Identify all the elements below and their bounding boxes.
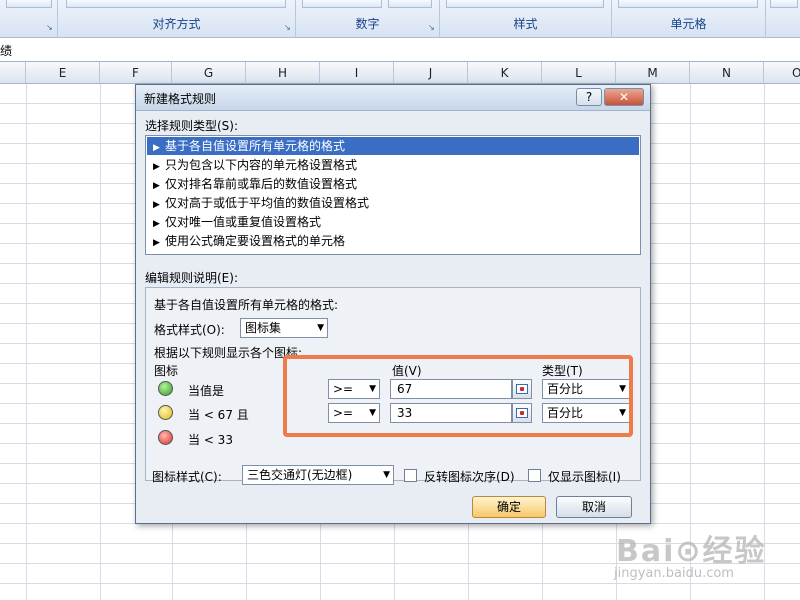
dialog-titlebar[interactable]: 新建格式规则 ? ✕ [136, 85, 650, 111]
format-style-value: 图标集 [245, 321, 282, 335]
column-header[interactable]: K [468, 62, 542, 84]
column-header[interactable]: J [394, 62, 468, 84]
column-header[interactable] [0, 62, 26, 84]
triangle-right-icon: ▶ [153, 219, 160, 229]
column-header[interactable]: M [616, 62, 690, 84]
icon-style-select[interactable]: 三色交通灯(无边框) ▼ [242, 465, 394, 485]
chevron-down-icon: ▼ [383, 470, 390, 480]
rule-type-label: 使用公式确定要设置格式的单元格 [165, 234, 346, 248]
ribbon-group-number: 数字 ↘ [296, 0, 440, 38]
triangle-right-icon: ▶ [153, 238, 160, 248]
ribbon-group-label: 对齐方式 [152, 17, 201, 31]
ribbon-group-label: 单元格 [670, 17, 707, 31]
column-header[interactable]: O [764, 62, 800, 84]
rule-type-item[interactable]: ▶ 仅对排名靠前或靠后的数值设置格式 [147, 175, 639, 193]
triangle-right-icon: ▶ [153, 162, 160, 172]
cancel-button[interactable]: 取消 [556, 496, 632, 518]
rule-type-list[interactable]: ▶ 基于各自值设置所有单元格的格式 ▶ 只为包含以下内容的单元格设置格式 ▶ 仅对排名… [145, 135, 641, 255]
ribbon-group-label: 数字 [355, 17, 380, 31]
rule-type-item[interactable]: ▶ 基于各自值设置所有单元格的格式 [147, 137, 639, 155]
ribbon-group-cells: 单元格 [612, 0, 766, 38]
rule-type-label: 仅对高于或低于平均值的数值设置格式 [165, 196, 370, 210]
rule-type-item[interactable]: ▶ 使用公式确定要设置格式的单元格 [147, 232, 639, 250]
rule-condition-text: 当 < 67 且 [188, 408, 249, 422]
ribbon: ↘ 对齐方式 ↘ 数字 ↘ 样式 单元格 [0, 0, 800, 38]
watermark-url: jingyan.baidu.com [614, 566, 734, 581]
ribbon-group-alignment: 对齐方式 ↘ [58, 0, 296, 38]
triangle-right-icon: ▶ [153, 143, 160, 153]
column-header[interactable]: E [26, 62, 100, 84]
format-style-label: 格式样式(O): [154, 323, 225, 337]
icon-column-header: 图标 [154, 364, 179, 378]
ok-button[interactable]: 确定 [472, 496, 546, 518]
ribbon-group-font: ↘ [0, 0, 58, 38]
column-header[interactable]: I [320, 62, 394, 84]
ribbon-group-label: 样式 [513, 17, 538, 31]
dialog-title: 新建格式规则 [144, 92, 217, 106]
watermark: Bai⊙经验 jingyan.baidu.com [612, 520, 792, 592]
rule-type-item[interactable]: ▶ 仅对高于或低于平均值的数值设置格式 [147, 194, 639, 212]
column-header[interactable]: G [172, 62, 246, 84]
ribbon-button[interactable] [302, 0, 382, 8]
description-heading: 基于各自值设置所有单元格的格式: [154, 298, 339, 312]
close-button[interactable]: ✕ [604, 88, 644, 106]
format-style-select[interactable]: 图标集 ▼ [240, 318, 328, 338]
ribbon-button[interactable] [446, 0, 604, 8]
highlight-annotation [283, 355, 633, 437]
rule-type-item[interactable]: ▶ 仅对唯一值或重复值设置格式 [147, 213, 639, 231]
rule-condition-text: 当 < 33 [188, 433, 233, 447]
ribbon-button[interactable] [770, 0, 798, 8]
red-circle-icon [158, 430, 173, 445]
chevron-down-icon: ▼ [317, 323, 324, 333]
ribbon-button[interactable] [6, 0, 52, 8]
rule-type-label: 基于各自值设置所有单元格的格式 [165, 139, 346, 153]
dialog-launcher-icon[interactable]: ↘ [284, 24, 292, 32]
column-header[interactable]: N [690, 62, 764, 84]
rule-type-label: 只为包含以下内容的单元格设置格式 [165, 158, 358, 172]
ribbon-button[interactable] [388, 0, 432, 8]
icon-style-label: 图标样式(C): [152, 470, 222, 484]
new-format-rule-dialog: 新建格式规则 ? ✕ 选择规则类型(S): ▶ 基于各自值设置所有单元格的格式 ▶… [135, 84, 651, 524]
yellow-circle-icon [158, 405, 173, 420]
dialog-launcher-icon[interactable]: ↘ [46, 24, 54, 32]
show-icon-only-label: 仅显示图标(I) [548, 470, 621, 484]
select-rule-type-label: 选择规则类型(S): [145, 119, 239, 133]
edit-rule-description-label: 编辑规则说明(E): [145, 271, 238, 285]
formula-bar[interactable]: 绩 [0, 38, 800, 62]
triangle-right-icon: ▶ [153, 200, 160, 210]
icon-style-value: 三色交通灯(无边框) [247, 468, 353, 482]
column-header[interactable]: H [246, 62, 320, 84]
ribbon-group-styles: 样式 [440, 0, 612, 38]
column-header[interactable]: L [542, 62, 616, 84]
rule-type-label: 仅对唯一值或重复值设置格式 [165, 215, 322, 229]
show-icons-rule-label: 根据以下规则显示各个图标: [154, 346, 303, 360]
rule-type-item[interactable]: ▶ 只为包含以下内容的单元格设置格式 [147, 156, 639, 174]
reverse-icon-order-checkbox[interactable] [404, 469, 417, 482]
ribbon-button[interactable] [618, 0, 758, 8]
help-button[interactable]: ? [576, 88, 602, 106]
watermark-logo: Bai⊙经验 [616, 534, 767, 569]
dialog-launcher-icon[interactable]: ↘ [428, 24, 436, 32]
green-circle-icon [158, 381, 173, 396]
column-header-row: E F G H I J K L M N O [0, 62, 800, 84]
ribbon-group-editing [766, 0, 800, 38]
rule-type-label: 仅对排名靠前或靠后的数值设置格式 [165, 177, 358, 191]
column-header[interactable]: F [100, 62, 172, 84]
reverse-icon-order-label: 反转图标次序(D) [424, 470, 515, 484]
formula-text: 绩 [0, 44, 13, 58]
show-icon-only-checkbox[interactable] [528, 469, 541, 482]
ribbon-button[interactable] [66, 0, 286, 8]
rule-condition-text: 当值是 [188, 384, 225, 398]
triangle-right-icon: ▶ [153, 181, 160, 191]
